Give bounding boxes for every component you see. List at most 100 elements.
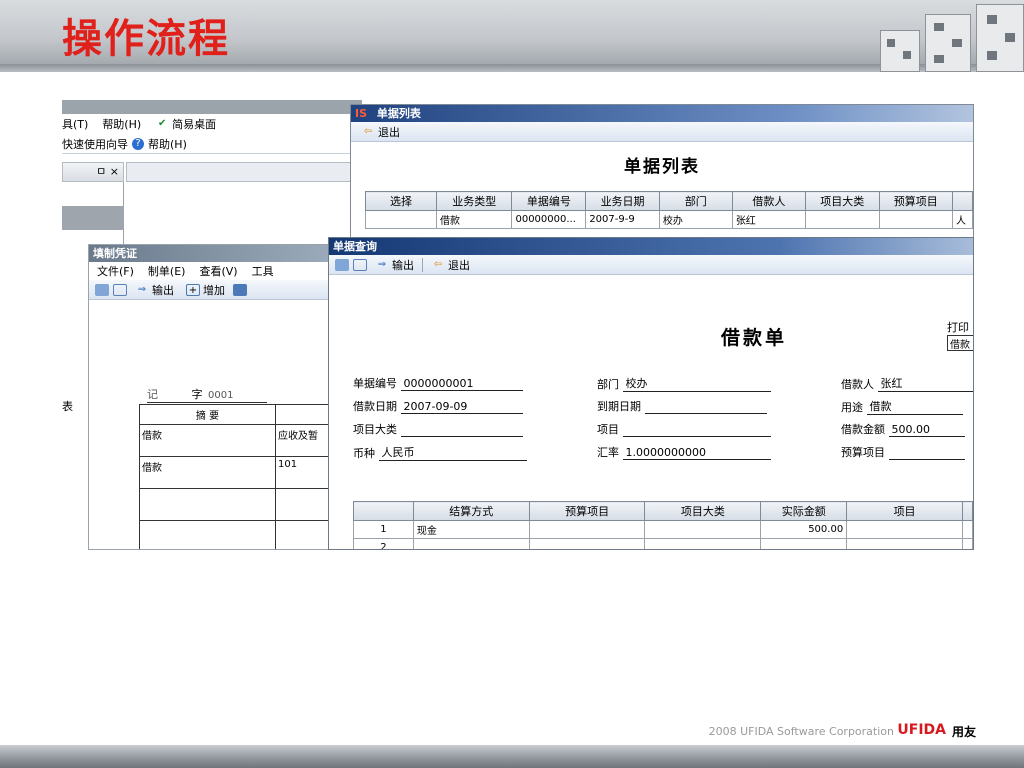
amount-value[interactable]: 500.00 xyxy=(888,423,965,437)
col-business-type[interactable]: 业务类型 xyxy=(436,191,513,211)
currency-value[interactable]: 人民币 xyxy=(378,444,527,461)
exit-button[interactable]: ⇦ 退出 xyxy=(427,257,474,273)
help-icon: ? xyxy=(132,137,144,150)
toolbar-separator xyxy=(422,257,423,272)
voucher-body: 记 字 0001 摘 要 借款 应收及暂 借款 101 xyxy=(89,300,332,549)
department-field: 部门 校办 xyxy=(597,375,771,392)
exchange-rate-value[interactable]: 1.0000000000 xyxy=(622,446,771,460)
quick-start-wizard-button[interactable]: 快速使用向导 xyxy=(62,136,128,152)
table-row: 借款 101 xyxy=(139,456,332,489)
project-category-value[interactable] xyxy=(400,424,523,437)
col-business-date[interactable]: 业务日期 xyxy=(585,191,660,211)
print-icon[interactable] xyxy=(335,258,349,271)
doc-number-field: 单据编号 0000000001 xyxy=(353,375,523,391)
building-graphic xyxy=(976,4,1024,72)
voucher-menu-bar: 文件(F) 制单(E) 查看(V) 工具 xyxy=(89,262,332,280)
doc-number-value[interactable]: 0000000001 xyxy=(400,377,523,391)
col-extra xyxy=(961,501,973,521)
col-borrower[interactable]: 借款人 xyxy=(731,191,807,211)
doc-heading: 借款单 xyxy=(721,327,788,349)
output-button[interactable]: ⇒ 输出 xyxy=(131,282,178,298)
building-graphic xyxy=(925,14,971,72)
project-value[interactable] xyxy=(622,424,771,437)
borrow-date-field: 借款日期 2007-09-09 xyxy=(353,398,523,414)
building-graphic xyxy=(880,30,920,72)
add-icon: + xyxy=(186,283,200,296)
table-row: 借款 应收及暂 xyxy=(139,424,332,457)
document-query-window: 单据查询 ⇒ 输出 ⇦ 退出 借款单 打印 借款 单据编号 0000000001… xyxy=(328,237,974,550)
menu-view[interactable]: 查看(V) xyxy=(199,263,237,279)
budget-item-value[interactable] xyxy=(888,447,965,460)
project-category-field: 项目大类 xyxy=(353,421,523,437)
menu-file[interactable]: 文件(F) xyxy=(97,263,134,279)
preview-icon[interactable] xyxy=(113,283,127,296)
borrow-date-value[interactable]: 2007-09-09 xyxy=(400,400,523,414)
output-icon: ⇒ xyxy=(377,258,387,270)
col-budget-item[interactable]: 预算项目 xyxy=(878,191,954,211)
doc-query-toolbar: ⇒ 输出 ⇦ 退出 xyxy=(329,255,973,275)
add-button[interactable]: + 增加 xyxy=(182,282,229,298)
table-row xyxy=(139,488,332,521)
simple-desktop-button[interactable]: ✔ 简易桌面 xyxy=(155,116,216,132)
ufida-logo-cn: 用友 xyxy=(951,725,976,739)
menu-item-help[interactable]: 帮助(H) xyxy=(102,116,141,132)
borrower-value[interactable]: 张红 xyxy=(877,375,973,392)
exit-button[interactable]: ⇦ 退出 xyxy=(357,124,404,140)
voucher-type-zi: 字 xyxy=(191,388,203,401)
save-icon[interactable] xyxy=(233,283,247,296)
col-actual-amount[interactable]: 实际金额 xyxy=(760,501,848,521)
ufida-logo: UFIDA xyxy=(897,722,946,738)
slide-title: 操作流程 xyxy=(62,16,230,62)
col-doc-number[interactable]: 单据编号 xyxy=(511,191,587,211)
app-menu-bar: 具(T) 帮助(H) ✔ 简易桌面 xyxy=(62,114,362,134)
print-icon[interactable] xyxy=(95,283,109,296)
print-template-select[interactable]: 借款 xyxy=(947,335,973,351)
content-pane-header xyxy=(126,162,362,182)
col-project[interactable]: 项目 xyxy=(846,501,963,521)
quick-toolbar: 快速使用向导 ? 帮助(H) xyxy=(62,134,362,154)
table-header-row: 选择 业务类型 单据编号 业务日期 部门 借款人 项目大类 预算项目 xyxy=(364,191,973,211)
project-field: 项目 xyxy=(597,421,771,437)
output-icon: ⇒ xyxy=(137,283,147,295)
col-settlement-method[interactable]: 结算方式 xyxy=(412,501,530,521)
simple-desktop-label: 简易桌面 xyxy=(172,118,217,131)
app-logo-icon: IS xyxy=(355,107,368,120)
col-row-number xyxy=(353,501,414,521)
doc-query-titlebar: 单据查询 xyxy=(329,238,973,255)
pane-controls[interactable]: ㅁ × xyxy=(62,162,124,182)
col-select[interactable]: 选择 xyxy=(364,191,438,211)
nav-pane-selected xyxy=(62,206,124,230)
app-top-strip xyxy=(62,100,362,114)
purpose-value[interactable]: 借款 xyxy=(866,398,963,415)
slide-footer-band xyxy=(0,745,1024,768)
department-value[interactable]: 校办 xyxy=(622,375,771,392)
col-extra[interactable] xyxy=(952,191,973,211)
menu-tools[interactable]: 工具 xyxy=(252,263,274,279)
voucher-type: 记 字 0001 xyxy=(147,386,267,403)
exit-icon: ⇦ xyxy=(433,258,443,270)
voucher-table: 摘 要 借款 应收及暂 借款 101 xyxy=(139,404,332,549)
doc-list-title: 单据列表 xyxy=(376,107,421,120)
checkmark-icon: ✔ xyxy=(157,118,167,129)
doc-list-toolbar: ⇦ 退出 xyxy=(351,122,973,142)
doc-query-body: 借款单 打印 借款 单据编号 0000000001 部门 校办 借款人 张红 借… xyxy=(329,275,973,549)
table-row[interactable]: 借款 00000000... 2007-9-9 校办 张红 人 xyxy=(364,210,973,229)
amount-field: 借款金额 500.00 xyxy=(841,421,965,437)
output-button[interactable]: ⇒ 输出 xyxy=(371,257,418,273)
exit-icon: ⇦ xyxy=(363,125,373,137)
due-date-value[interactable] xyxy=(644,401,767,414)
borrower-field: 借款人 张红 xyxy=(841,375,973,392)
col-project-category[interactable]: 项目大类 xyxy=(644,501,762,521)
menu-make-voucher[interactable]: 制单(E) xyxy=(148,263,186,279)
col-budget-item[interactable]: 预算项目 xyxy=(528,501,646,521)
voucher-toolbar: ⇒ 输出 + 增加 xyxy=(89,280,332,300)
preview-icon[interactable] xyxy=(353,258,367,271)
quick-help-button[interactable]: 帮助(H) xyxy=(148,136,187,152)
col-department[interactable]: 部门 xyxy=(658,191,733,211)
doc-list-titlebar: IS 单据列表 xyxy=(351,105,973,122)
settlement-table: 结算方式 预算项目 项目大类 实际金额 项目 1 现金 500.00 2 xyxy=(353,501,973,549)
table-row: 2 xyxy=(353,538,973,549)
menu-item-tools[interactable]: 具(T) xyxy=(62,116,88,132)
currency-field: 币种 人民币 xyxy=(353,444,527,461)
col-project-category[interactable]: 项目大类 xyxy=(805,191,880,211)
